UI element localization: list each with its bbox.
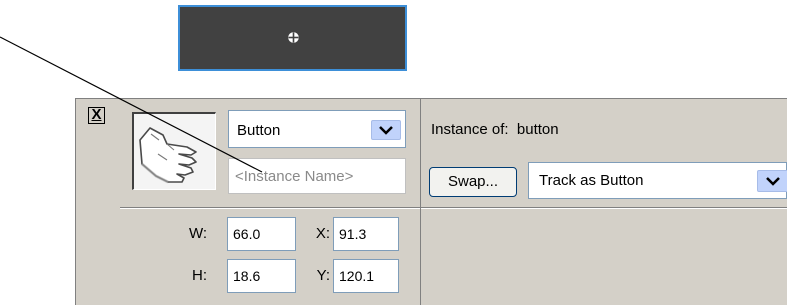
panel-divider: [420, 98, 421, 208]
chevron-down-icon: [766, 177, 780, 186]
y-field[interactable]: 120.1: [333, 259, 399, 293]
x-label: X:: [315, 225, 330, 242]
inspector-bottom-panel: [120, 208, 787, 305]
panel-divider: [420, 208, 421, 305]
chevron-down-icon: [379, 126, 393, 135]
instance-of-label: Instance of:: [431, 121, 509, 138]
height-label: H:: [192, 267, 207, 284]
symbol-icon-box: [132, 112, 216, 190]
symbol-type-value: Button: [237, 122, 281, 139]
registration-point-icon: [288, 32, 299, 43]
swap-button[interactable]: Swap...: [429, 167, 517, 197]
instance-of-text: Instance of: button: [431, 121, 559, 138]
x-field[interactable]: 91.3: [333, 217, 399, 251]
dropdown-button[interactable]: [757, 170, 787, 192]
y-label: Y:: [316, 267, 330, 284]
instance-name-input[interactable]: [228, 158, 406, 194]
width-label: W:: [188, 225, 207, 242]
close-button[interactable]: X: [88, 107, 105, 124]
height-field[interactable]: 18.6: [227, 259, 296, 293]
stage-button-symbol[interactable]: [178, 5, 407, 71]
dropdown-button[interactable]: [371, 120, 401, 140]
symbol-type-select[interactable]: Button: [228, 110, 406, 148]
instance-of-value: button: [516, 121, 559, 138]
behavior-value: Track as Button: [539, 172, 644, 189]
button-behavior-select[interactable]: Track as Button: [528, 162, 787, 199]
close-label: X: [91, 106, 102, 123]
hand-pointer-icon: [139, 127, 197, 184]
width-field[interactable]: 66.0: [227, 217, 296, 251]
